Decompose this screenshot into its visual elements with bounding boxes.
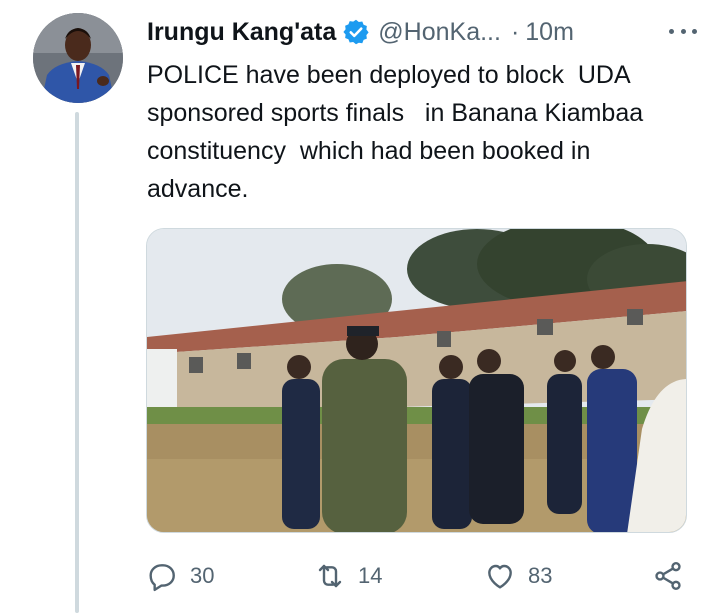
- more-options-icon[interactable]: [665, 16, 701, 46]
- retweet-icon: [314, 560, 346, 592]
- author-avatar[interactable]: [33, 13, 123, 103]
- share-button[interactable]: [652, 556, 684, 596]
- like-count: 83: [528, 563, 553, 588]
- reply-count: 30: [190, 563, 215, 588]
- avatar-photo: [33, 13, 123, 103]
- police-scene-photo: [147, 229, 686, 532]
- separator-dot: ·: [510, 17, 520, 46]
- tweet-timestamp[interactable]: 10m: [525, 18, 574, 47]
- like-button[interactable]: 83: [484, 556, 552, 596]
- verified-badge-icon: [342, 18, 370, 46]
- reply-button[interactable]: 30: [146, 556, 214, 596]
- tweet-text: POLICE have been deployed to block UDA s…: [147, 61, 651, 203]
- reply-icon: [146, 560, 178, 592]
- heart-icon: [484, 560, 516, 592]
- share-icon: [652, 560, 684, 592]
- tweet-media-photo[interactable]: [146, 228, 687, 533]
- tweet-header: Irungu Kang'ata @HonKa... · 10m: [147, 14, 707, 50]
- tweet-action-bar: 30 14 83: [146, 556, 696, 596]
- retweet-button[interactable]: 14: [314, 556, 382, 596]
- thread-line: [75, 112, 79, 613]
- author-handle[interactable]: @HonKa...: [378, 18, 501, 47]
- author-name[interactable]: Irungu Kang'ata: [147, 18, 336, 47]
- retweet-count: 14: [358, 563, 383, 588]
